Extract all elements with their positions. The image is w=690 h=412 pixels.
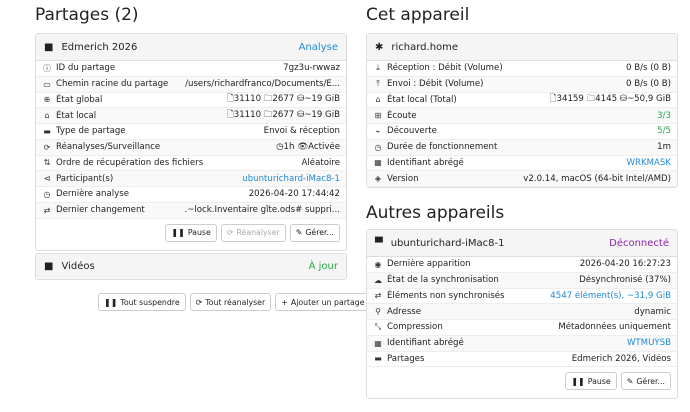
device-name: richard.home	[391, 41, 459, 53]
edit-button[interactable]: ✎ Gérer...	[289, 223, 340, 242]
participant-link[interactable]: ubunturichard-iMac8-1	[119, 174, 340, 184]
qrcode-icon: ▦	[374, 158, 382, 168]
device-name: ubunturichard-iMac8-1	[390, 237, 505, 249]
folder-icon: ■	[44, 261, 54, 272]
share-icon: ⊲	[43, 174, 51, 184]
share-panel-videos[interactable]: ■ Vidéos À jour	[35, 253, 347, 280]
clock-icon: ◷	[374, 142, 382, 152]
row-listeners: ⊞ Écoute 3/3	[367, 108, 677, 124]
this-device-panel: ✱ richard.home ⤓ Réception : Débit (Volum…	[366, 33, 678, 188]
desktop-icon: ▀	[375, 237, 383, 249]
row-upload: ⤒ Envoi : Débit (Volume) 0 B/s (0 B)	[367, 76, 677, 93]
pause-icon: ❚❚	[104, 297, 118, 307]
share-status: À jour	[308, 261, 338, 272]
other-devices-heading: Autres appareils	[366, 203, 505, 223]
row-rescan: ⟳ Réanalyses/Surveillance ◷1h 👁Activée	[36, 139, 346, 156]
device-header[interactable]: ▀ ubunturichard-iMac8-1 Déconnecté	[367, 230, 677, 257]
download-icon: ⤓	[376, 63, 380, 73]
tag-icon: ◈	[374, 174, 382, 184]
row-last-scan: ◷ Dernière analyse 2026-04-20 17:44:42	[36, 187, 346, 203]
row-participants: ⊲ Participant(s) ubunturichard-iMac8-1	[36, 171, 346, 187]
other-device-panel: ▀ ubunturichard-iMac8-1 Déconnecté ◉ Dern…	[366, 229, 678, 399]
row-share-id: ⓘ ID du partage 7gz3u-rwwaz	[36, 61, 346, 77]
folder-icon: ▬	[43, 126, 51, 136]
this-device-heading: Cet appareil	[366, 5, 470, 25]
device-icon: ✱	[375, 41, 384, 53]
add-share-button[interactable]: + Ajouter un partage	[275, 293, 371, 311]
cloud-icon: ☁	[374, 275, 382, 285]
upload-icon: ⤒	[376, 79, 380, 89]
row-uptime: ◷ Durée de fonctionnement 1m	[367, 139, 677, 156]
share-actions: ❚❚ Tout suspendre ⟳ Tout réanalyser + Ajout…	[98, 293, 371, 311]
share-header[interactable]: ■ Edmerich 2026 Analyse	[36, 34, 346, 61]
pause-all-button[interactable]: ❚❚ Tout suspendre	[98, 293, 186, 311]
row-compression: ⤡ Compression Métadonnées uniquement	[367, 320, 677, 336]
home-icon: ⌂	[44, 111, 50, 121]
row-share-type: ▬ Type de partage Envoi & réception	[36, 124, 346, 140]
compress-icon: ⤡	[374, 322, 382, 332]
refresh-icon: ⟳	[226, 228, 234, 237]
link-icon: ⚲	[375, 307, 381, 317]
row-local-total: ⌂ État local (Total) 🗋34159 🗀4145 ⛁~50,9 G…	[367, 93, 677, 109]
row-sync-state: ☁ État de la synchronisation Désynchronisé…	[367, 272, 677, 289]
row-short-id: ▦ Identifiant abrégé WRKMASK	[367, 156, 677, 172]
pause-icon: ❚❚	[571, 376, 585, 386]
row-download: ⤓ Réception : Débit (Volume) 0 B/s (0 B)	[367, 61, 677, 77]
pencil-icon: ✎	[626, 376, 634, 386]
folder-icon: ▬	[374, 354, 382, 364]
row-out-of-sync: ⇄ Éléments non synchronisés 4547 élément(s…	[367, 289, 677, 305]
exchange-icon: ⇄	[43, 205, 51, 215]
row-last-change: ⇄ Dernier changement .~lock.Inventaire gît…	[36, 202, 346, 219]
pencil-icon: ✎	[295, 228, 303, 237]
refresh-icon: ⟳	[195, 297, 203, 307]
share-name: Vidéos	[61, 261, 95, 272]
rescan-button[interactable]: ⟳ Réanalyser	[220, 223, 286, 242]
share-panel-edmerich: ■ Edmerich 2026 Analyse ⓘ ID du partage 7g…	[35, 33, 347, 251]
pause-button[interactable]: ❚❚ Pause	[165, 223, 217, 242]
shares-heading: Partages (2)	[35, 5, 139, 25]
row-pull-order: ⇅ Ordre de récupération des fichiers Aléat…	[36, 156, 346, 172]
folder-icon: ■	[44, 41, 54, 53]
sort-icon: ⇅	[43, 158, 51, 168]
row-last-seen: ◉ Dernière apparition 2026-04-20 16:27:23	[367, 257, 677, 273]
edit-button[interactable]: ✎ Gérer...	[620, 372, 671, 391]
plus-icon: +	[281, 297, 288, 307]
qrcode-icon: ▦	[374, 338, 382, 348]
row-shares: ▬ Partages Edmerich 2026, Vidéos	[367, 352, 677, 368]
info-icon: ⓘ	[43, 63, 51, 73]
device-buttons: ❚❚ Pause ✎ Gérer...	[367, 367, 677, 395]
row-address: ⚲ Adresse dynamic	[367, 304, 677, 320]
row-version: ◈ Version v2.0.14, macOS (64-bit Intel/AMD…	[367, 171, 677, 187]
sitemap-icon: ⊞	[374, 111, 382, 121]
device-id-link[interactable]: WRKMASK	[470, 158, 672, 168]
share-name: Edmerich 2026	[61, 41, 138, 53]
home-icon: ⌂	[375, 95, 381, 105]
share-buttons: ❚❚ Pause ⟳ Réanalyser ✎ Gérer...	[36, 219, 346, 247]
rescan-all-button[interactable]: ⟳ Tout réanalyser	[189, 293, 272, 311]
clock-icon: ◷	[43, 189, 51, 199]
share-status: Analyse	[298, 41, 338, 53]
out-of-sync-link[interactable]: 4547 élément(s), ~31,9 GiB	[511, 291, 671, 301]
device-header: ✱ richard.home	[367, 34, 677, 61]
share-header[interactable]: ■ Vidéos À jour	[36, 254, 346, 279]
refresh-icon: ⟳	[43, 142, 51, 152]
signal-icon: ⌁	[375, 126, 381, 136]
folder-open-icon: ▭	[43, 79, 51, 89]
device-id-link[interactable]: WTMUYSB	[470, 338, 671, 348]
row-global-state: ⊕ État global 🗋31110 🗀2677 ⛁~19 GiB	[36, 93, 346, 109]
row-discovery: ⌁ Découverte 5/5	[367, 124, 677, 140]
globe-icon: ⊕	[43, 95, 51, 105]
pause-button[interactable]: ❚❚ Pause	[565, 372, 617, 391]
device-status: Déconnecté	[609, 237, 669, 249]
exchange-icon: ⇄	[374, 291, 382, 301]
row-local-state: ⌂ État local 🗋31110 🗀2677 ⛁~19 GiB	[36, 108, 346, 124]
row-short-id: ▦ Identifiant abrégé WTMUYSB	[367, 335, 677, 352]
eye-icon: ◉	[374, 259, 382, 269]
row-root-path: ▭ Chemin racine du partage/users/richardf…	[36, 76, 346, 93]
pause-icon: ❚❚	[171, 228, 185, 237]
